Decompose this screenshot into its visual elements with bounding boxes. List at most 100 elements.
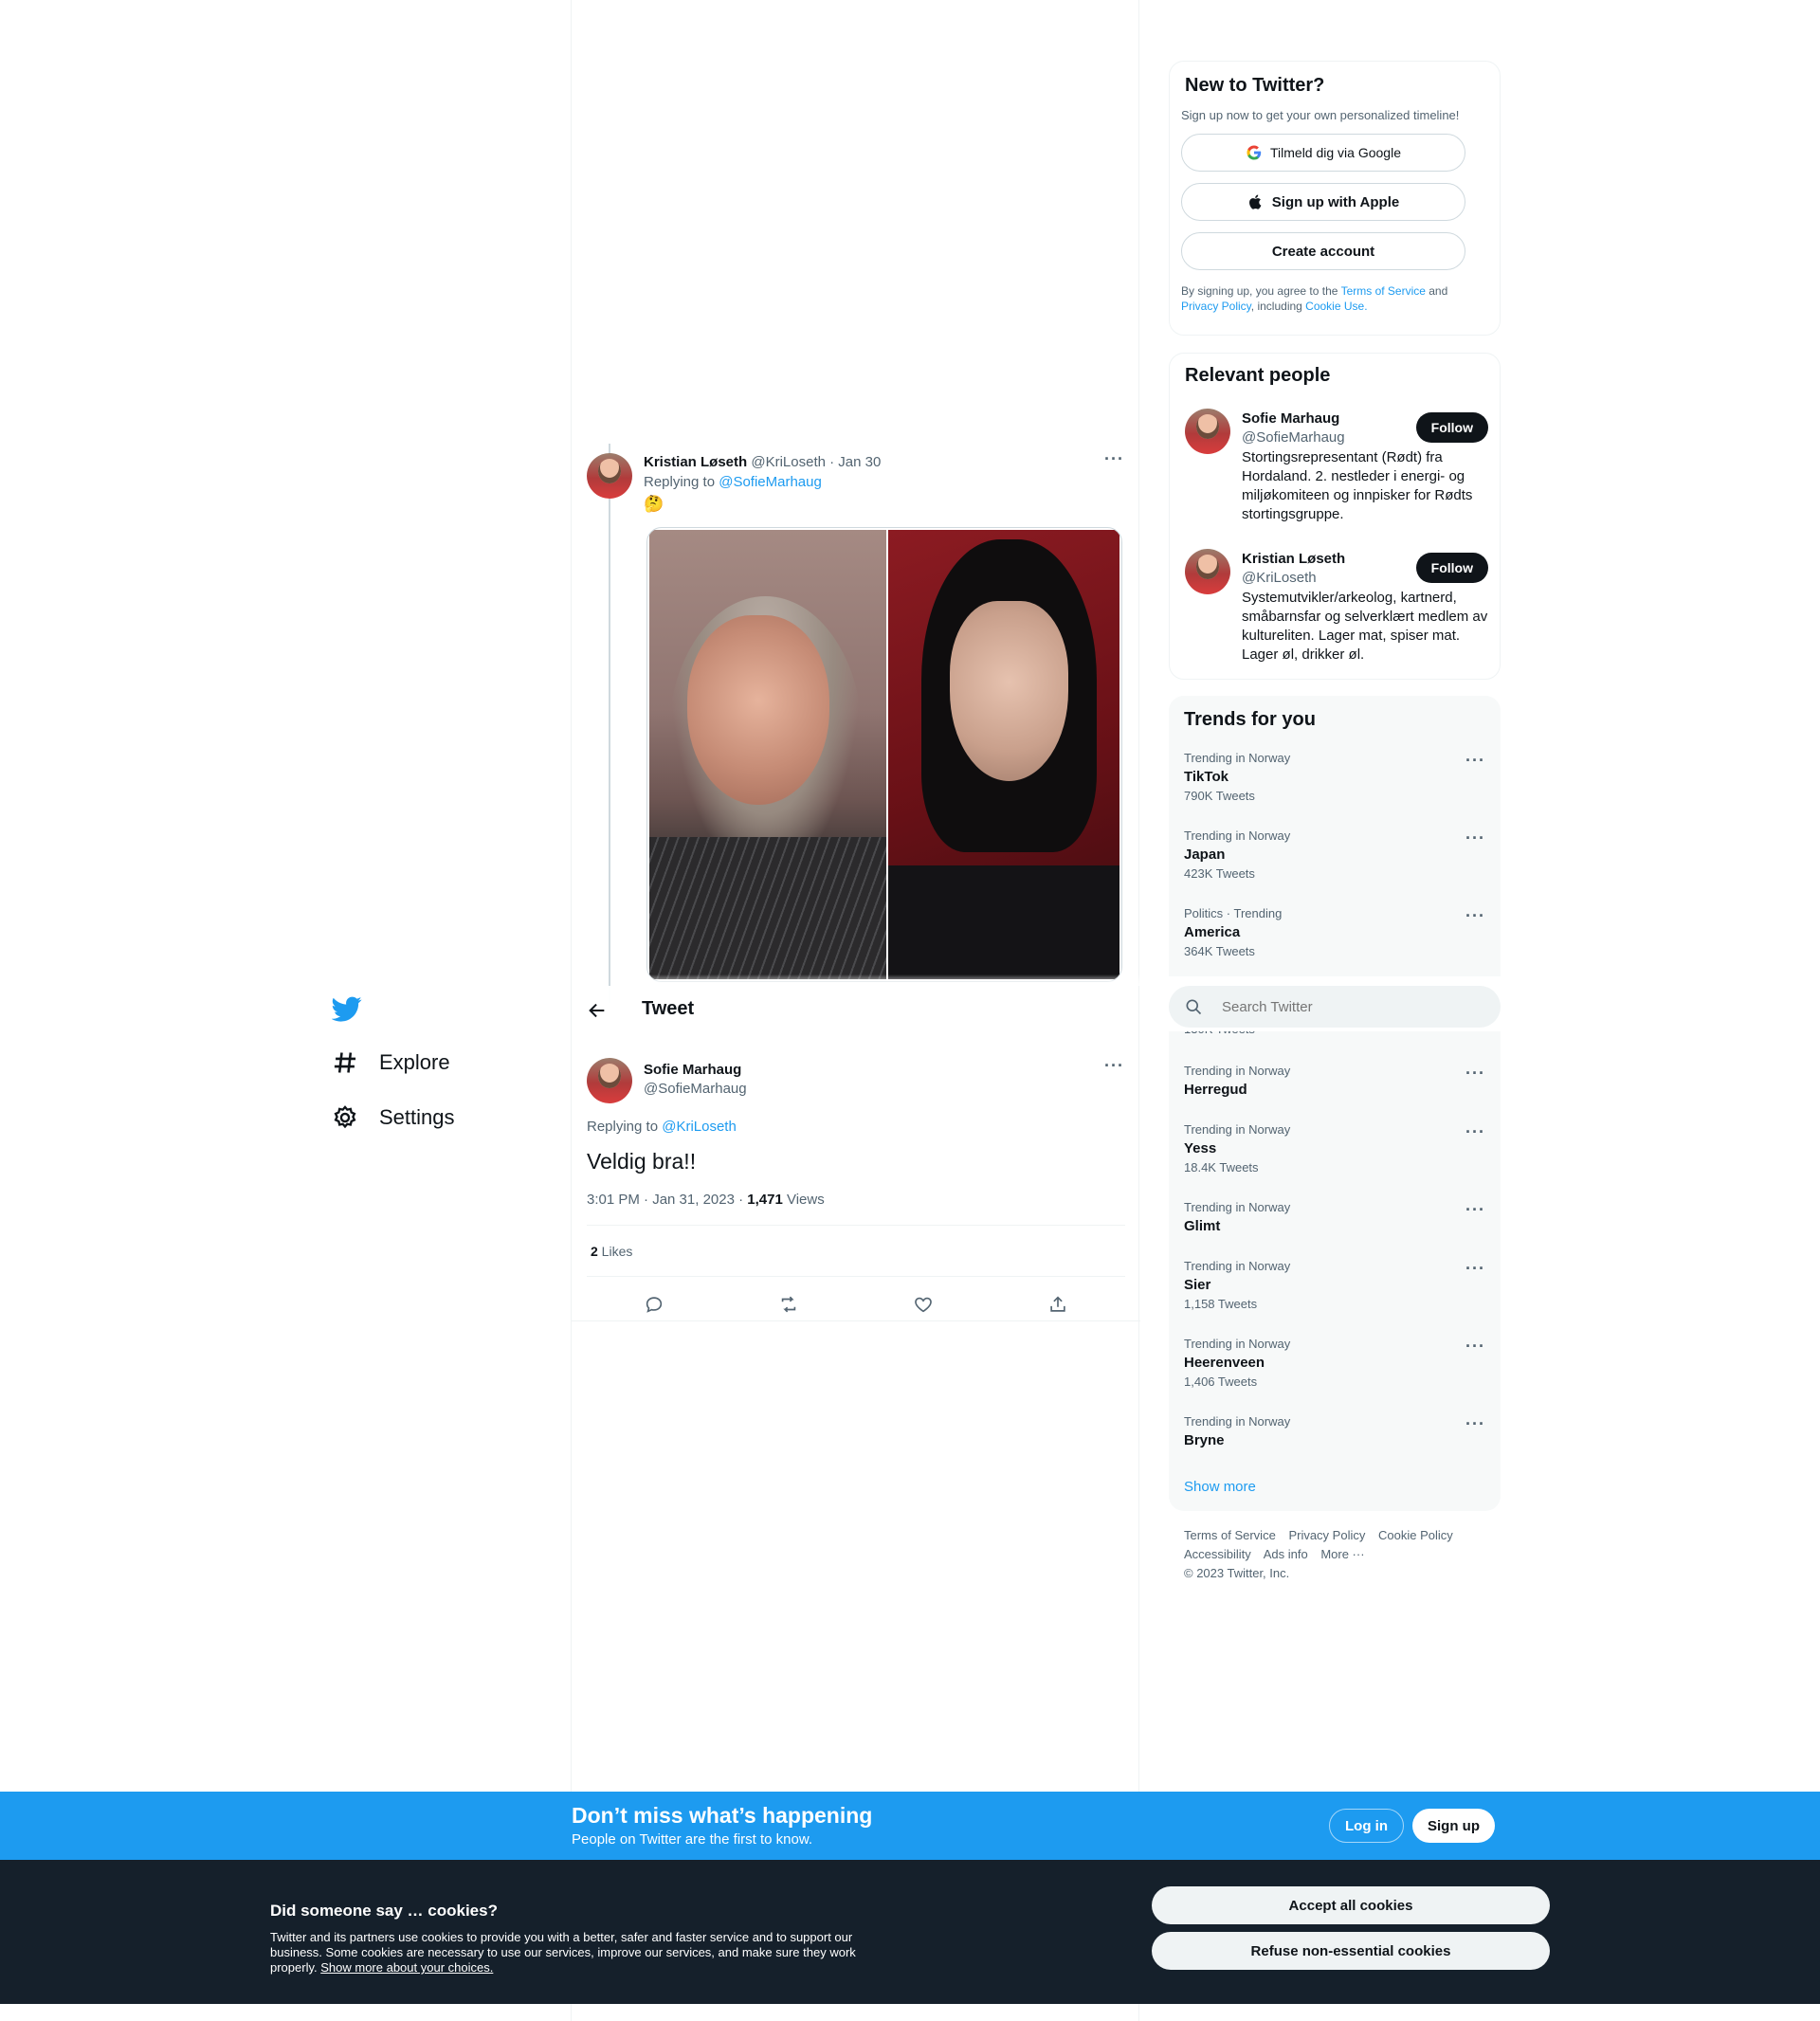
likes-label: Likes xyxy=(597,1244,633,1259)
more-icon[interactable]: ··· xyxy=(1465,1200,1485,1220)
more-icon[interactable]: ··· xyxy=(1465,751,1485,771)
follow-button[interactable]: Follow xyxy=(1415,553,1488,583)
cookie-choices-link[interactable]: Show more about your choices. xyxy=(320,1960,493,1975)
footer-cookie-link[interactable]: Cookie Policy xyxy=(1378,1528,1453,1542)
create-account-label: Create account xyxy=(1271,243,1375,260)
person-handle[interactable]: @KriLoseth xyxy=(1242,570,1317,586)
search-input[interactable] xyxy=(1222,998,1468,1015)
parent-tweet-header: Kristian Løseth @KriLoseth · Jan 30 xyxy=(644,453,881,472)
trend-meta: Trending in Norway xyxy=(1184,1200,1291,1214)
trend-item[interactable]: Trending in Norway Yess 18.4K Tweets ··· xyxy=(1184,1122,1485,1174)
more-icon[interactable]: ··· xyxy=(1465,906,1485,926)
share-icon[interactable] xyxy=(1047,1294,1068,1315)
footer-more-link[interactable]: More ··· xyxy=(1320,1547,1364,1561)
twitter-logo-icon[interactable] xyxy=(332,993,362,1024)
apple-icon xyxy=(1248,194,1262,209)
reply-icon[interactable] xyxy=(644,1294,664,1315)
trends-title: Trends for you xyxy=(1184,709,1316,730)
back-arrow-icon[interactable] xyxy=(587,1000,608,1021)
trend-meta: Trending in Norway xyxy=(1184,751,1291,765)
cookie-text: Twitter and its partners use cookies to … xyxy=(270,1930,877,1975)
header-fade xyxy=(628,974,1140,986)
replying-to-link[interactable]: @KriLoseth xyxy=(662,1119,737,1135)
more-icon[interactable]: ··· xyxy=(1104,1056,1124,1076)
person-name[interactable]: Sofie Marhaug xyxy=(1242,410,1339,427)
google-icon xyxy=(1247,145,1262,160)
author-name[interactable]: Sofie Marhaug xyxy=(644,1062,741,1078)
trend-item[interactable]: Politics · Trending America 364K Tweets … xyxy=(1184,906,1485,958)
signup-button[interactable]: Sign up xyxy=(1412,1809,1495,1843)
trend-name: Sier xyxy=(1184,1277,1211,1293)
search-bar[interactable] xyxy=(1169,986,1501,1028)
avatar[interactable] xyxy=(587,1058,632,1103)
nav-explore[interactable]: Explore xyxy=(332,1039,450,1086)
tweet-header: Tweet xyxy=(572,986,1138,1036)
likes-link[interactable]: 2 Likes xyxy=(591,1244,632,1259)
avatar[interactable] xyxy=(587,453,632,499)
author-name[interactable]: Kristian Løseth xyxy=(644,454,747,470)
banner-subtitle: People on Twitter are the first to know. xyxy=(572,1831,813,1848)
terms-link[interactable]: Terms of Service xyxy=(1341,284,1426,298)
trends-card: Trends for you Trending in Norway TikTok… xyxy=(1169,696,1501,1511)
main-column: Kristian Løseth @KriLoseth · Jan 30 ··· … xyxy=(571,0,1140,2021)
more-icon[interactable]: ··· xyxy=(1104,449,1124,469)
show-more-link[interactable]: Show more xyxy=(1184,1479,1256,1495)
trend-count: 423K Tweets xyxy=(1184,866,1255,881)
trend-meta: Trending in Norway xyxy=(1184,828,1291,843)
trend-item[interactable]: Trending in Norway Sier 1,158 Tweets ··· xyxy=(1184,1259,1485,1311)
trend-name: Heerenveen xyxy=(1184,1355,1265,1371)
media-photo-right xyxy=(888,530,1119,979)
trend-item[interactable]: Trending in Norway Japan 423K Tweets ··· xyxy=(1184,828,1485,881)
tweet-media[interactable] xyxy=(646,527,1122,982)
create-account-button[interactable]: Create account xyxy=(1181,232,1465,270)
privacy-link[interactable]: Privacy Policy xyxy=(1181,300,1251,313)
trend-item[interactable]: Trending in Norway Heerenveen 1,406 Twee… xyxy=(1184,1337,1485,1389)
like-icon[interactable] xyxy=(913,1294,934,1315)
trend-item[interactable]: Trending in Norway Herregud ··· xyxy=(1184,1064,1485,1098)
more-icon[interactable]: ··· xyxy=(1465,1064,1485,1083)
signup-title: New to Twitter? xyxy=(1185,75,1325,96)
more-icon[interactable]: ··· xyxy=(1465,1337,1485,1356)
footer-terms-link[interactable]: Terms of Service xyxy=(1184,1528,1276,1542)
replying-to-link[interactable]: @SofieMarhaug xyxy=(719,474,822,490)
retweet-icon[interactable] xyxy=(778,1294,799,1315)
footer-privacy-link[interactable]: Privacy Policy xyxy=(1288,1528,1365,1542)
avatar[interactable] xyxy=(1185,409,1230,454)
person-handle[interactable]: @SofieMarhaug xyxy=(1242,429,1345,446)
trend-name: America xyxy=(1184,924,1241,940)
tweet-timestamp[interactable]: 3:01 PM · Jan 31, 2023 · xyxy=(587,1192,747,1208)
login-button[interactable]: Log in xyxy=(1329,1809,1404,1843)
apple-signup-button[interactable]: Sign up with Apple xyxy=(1181,183,1465,221)
more-icon[interactable]: ··· xyxy=(1465,1122,1485,1142)
avatar[interactable] xyxy=(1185,549,1230,594)
author-handle[interactable]: @KriLoseth xyxy=(751,454,826,470)
trend-count: 790K Tweets xyxy=(1184,789,1255,803)
more-icon[interactable]: ··· xyxy=(1465,1259,1485,1279)
person-name[interactable]: Kristian Løseth xyxy=(1242,551,1345,567)
cookie-use-link[interactable]: Cookie Use. xyxy=(1305,300,1367,313)
relevant-people-title: Relevant people xyxy=(1185,365,1331,386)
trend-name: Bryne xyxy=(1184,1432,1225,1448)
nav-settings-label: Settings xyxy=(379,1105,455,1129)
footer-ads-link[interactable]: Ads info xyxy=(1264,1547,1308,1561)
trend-item[interactable]: Trending in Norway Glimt ··· xyxy=(1184,1200,1485,1234)
trend-name: TikTok xyxy=(1184,769,1228,785)
refuse-cookies-button[interactable]: Refuse non-essential cookies xyxy=(1152,1932,1550,1970)
trend-item[interactable]: Trending in Norway TikTok 790K Tweets ··… xyxy=(1184,751,1485,803)
trend-item[interactable]: Trending in Norway Bryne ··· xyxy=(1184,1414,1485,1448)
google-signup-button[interactable]: Tilmeld dig via Google xyxy=(1181,134,1465,172)
tweet-date[interactable]: · Jan 30 xyxy=(829,454,881,470)
terms-including: , including xyxy=(1250,300,1306,313)
footer-accessibility-link[interactable]: Accessibility xyxy=(1184,1547,1251,1561)
person-bio: Systemutvikler/arkeolog, kartnerd, småba… xyxy=(1242,590,1488,663)
footer-copyright: © 2023 Twitter, Inc. xyxy=(1184,1566,1290,1580)
nav-settings[interactable]: Settings xyxy=(332,1094,455,1141)
more-icon[interactable]: ··· xyxy=(1465,1414,1485,1434)
accept-cookies-button[interactable]: Accept all cookies xyxy=(1152,1886,1550,1924)
more-icon[interactable]: ··· xyxy=(1465,828,1485,848)
follow-button[interactable]: Follow xyxy=(1415,412,1488,443)
nav-explore-label: Explore xyxy=(379,1050,450,1074)
divider xyxy=(572,1320,1140,1321)
trend-count: 18.4K Tweets xyxy=(1184,1160,1259,1174)
author-handle[interactable]: @SofieMarhaug xyxy=(644,1081,747,1097)
